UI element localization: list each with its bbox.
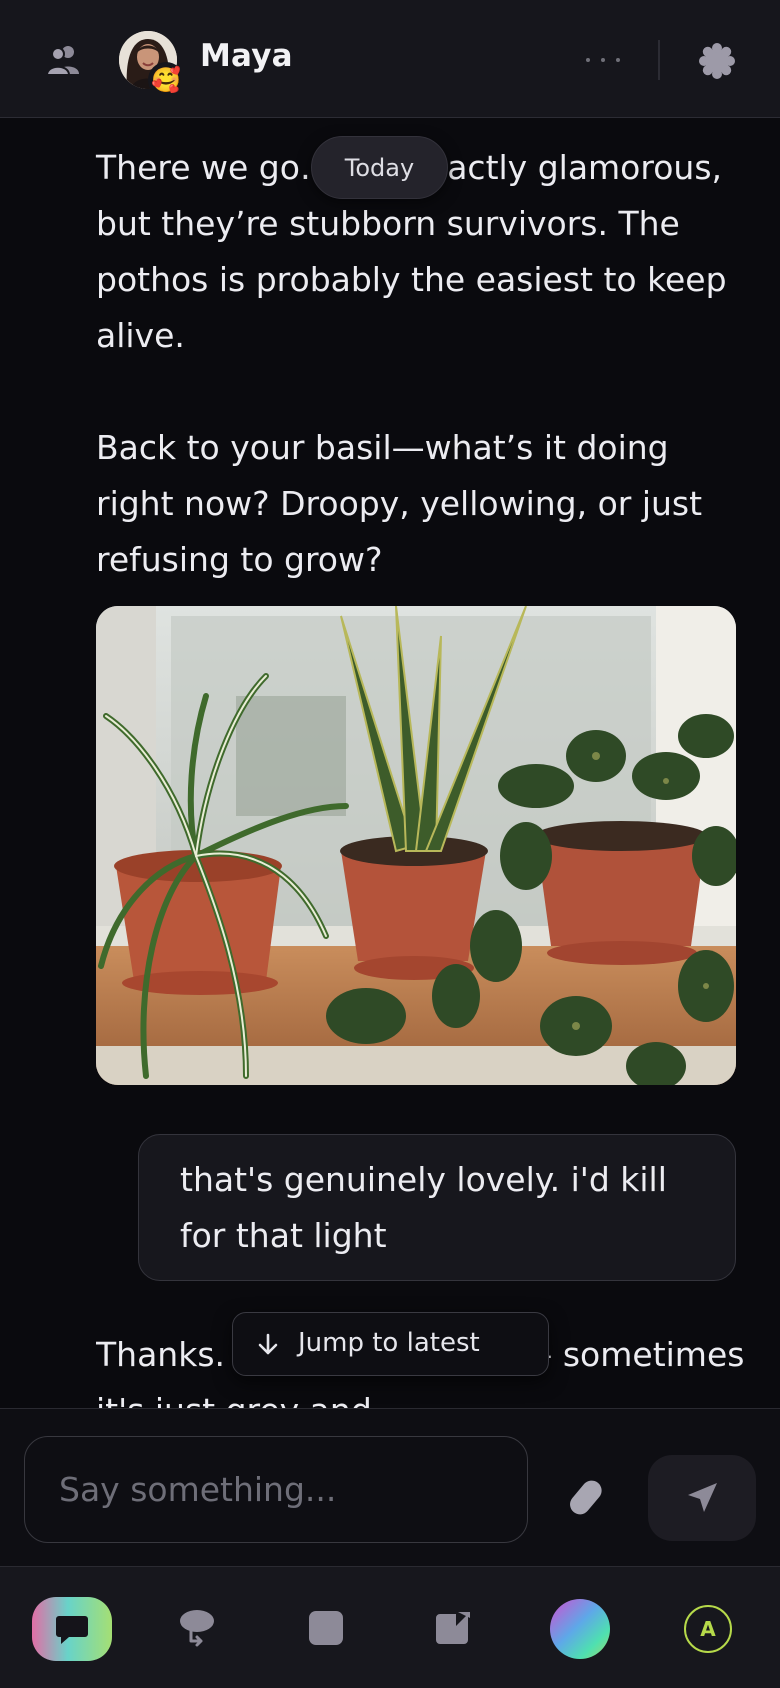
- chat-icon: [56, 1616, 88, 1644]
- notes-icon: [309, 1611, 343, 1645]
- user-message-text: that's genuinely lovely. i'd kill for th…: [180, 1160, 667, 1255]
- jump-to-latest-label: Jump to latest: [298, 1328, 480, 1358]
- message-paragraph: Back to your basil—what’s it doing right…: [96, 428, 703, 579]
- assistant-message: There we go… not exactly glamorous, but …: [96, 140, 746, 588]
- nav-memories-tab[interactable]: [172, 1603, 222, 1653]
- arrow-down-icon: [258, 1333, 278, 1355]
- memories-icon: [180, 1610, 214, 1647]
- mood-emoji-badge: 🥰: [148, 62, 184, 98]
- chat-app: 🥰 Maya There we go… not exactly glamorou…: [0, 0, 780, 1688]
- plants-photo[interactable]: [96, 606, 736, 1085]
- nav-compose-tab[interactable]: [429, 1603, 479, 1653]
- people-icon[interactable]: [44, 40, 84, 80]
- send-button[interactable]: [648, 1455, 756, 1541]
- account-avatar[interactable]: A: [684, 1605, 732, 1653]
- more-dots-icon[interactable]: [586, 40, 620, 80]
- orb-icon[interactable]: [550, 1599, 610, 1659]
- date-separator: Today: [311, 136, 448, 199]
- composer: [0, 1408, 780, 1566]
- nav-notes-tab[interactable]: [301, 1603, 351, 1653]
- emoji-icon: 🥰: [151, 66, 181, 94]
- bottom-navigation: A: [0, 1566, 780, 1688]
- compose-icon: [436, 1612, 470, 1644]
- send-icon: [688, 1483, 717, 1512]
- header-divider: [658, 40, 660, 80]
- message-input[interactable]: [24, 1436, 528, 1543]
- nav-chat-tab[interactable]: [32, 1597, 112, 1661]
- gear-icon[interactable]: [697, 41, 737, 81]
- jump-to-latest-button[interactable]: Jump to latest: [232, 1312, 549, 1376]
- paperclip-icon[interactable]: [566, 1474, 610, 1522]
- contact-name[interactable]: Maya: [200, 38, 293, 74]
- chat-header: 🥰 Maya: [0, 0, 780, 118]
- user-message-bubble: that's genuinely lovely. i'd kill for th…: [138, 1134, 736, 1281]
